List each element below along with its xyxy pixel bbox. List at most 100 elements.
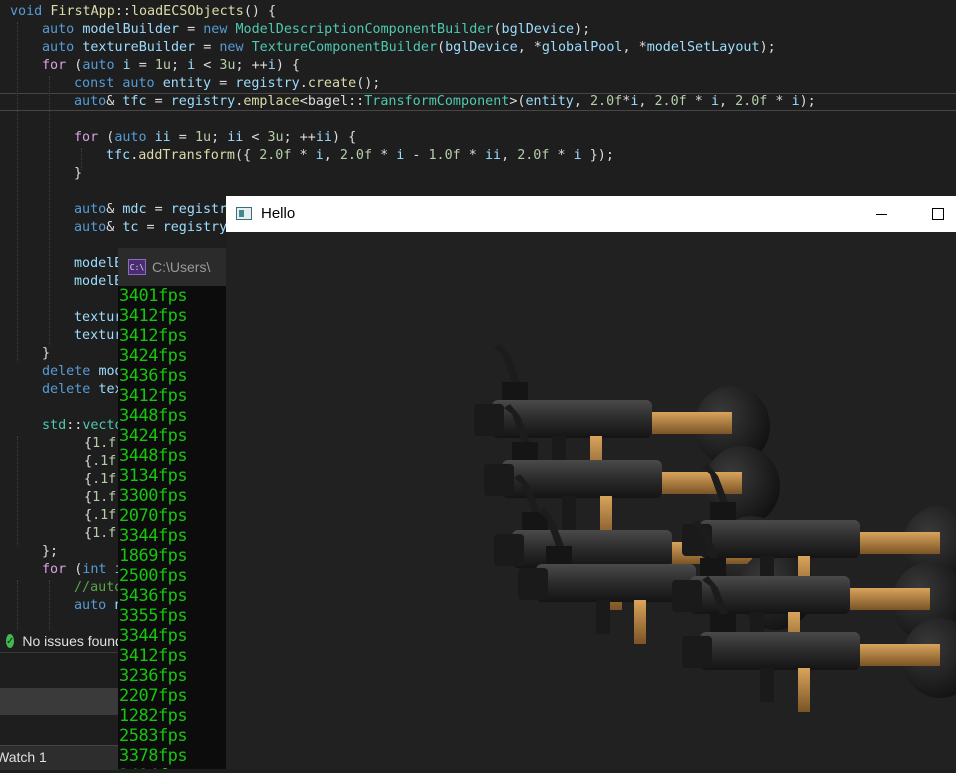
code-token: & (106, 220, 123, 235)
code-token: registry (162, 220, 228, 235)
code-line: auto& tc = registry (74, 219, 227, 237)
code-token: registr (170, 202, 228, 217)
code-token: * (549, 148, 574, 163)
code-line: std::vecto (42, 417, 123, 435)
console-window[interactable]: C:\ C:\Users\ 3401fps 3412fps 3412fps 3424f… (118, 248, 226, 769)
code-token: (); (356, 76, 381, 91)
code-token: textur (74, 328, 123, 343)
code-token: 1.f (92, 526, 117, 541)
code-token: const auto (74, 76, 163, 91)
code-token: :: (66, 418, 83, 433)
code-token: FirstApp (50, 4, 115, 19)
console-fps-line: 3300fps (119, 486, 188, 506)
code-token: & (106, 202, 123, 217)
code-token: int (82, 562, 115, 577)
code-token: = (170, 130, 195, 145)
code-token: * (372, 148, 397, 163)
code-token: < (299, 94, 308, 109)
panel-toolbar (0, 652, 118, 689)
code-token: globalPool (541, 40, 623, 55)
code-token: modelB (74, 274, 123, 289)
code-token: for (74, 130, 107, 145)
console-fps-line: 2070fps (119, 506, 188, 526)
code-token: < (195, 58, 220, 73)
code-token: { (84, 472, 93, 487)
code-token: 2.0f (517, 148, 550, 163)
code-token: bglDevice (501, 22, 575, 37)
code-line: tfc.addTransform({ 2.0f * i, 2.0f * i - … (106, 147, 614, 165)
console-fps-line: 3424fps (119, 346, 188, 366)
code-line: auto textureBuilder = new TextureCompone… (42, 39, 776, 57)
code-token: 2.0f (590, 94, 623, 109)
code-token: mdc (122, 202, 147, 217)
indent-guide (49, 76, 50, 346)
code-token: { (84, 454, 93, 469)
code-token: & (106, 94, 123, 109)
code-token: vecto (82, 418, 123, 433)
code-token: new (219, 40, 252, 55)
code-token: - (404, 148, 429, 163)
indent-guide (49, 580, 50, 630)
code-token: ; ++ (283, 130, 316, 145)
code-token: i (791, 94, 800, 109)
minimize-button[interactable] (858, 196, 904, 232)
issues-status-text: No issues found (22, 633, 123, 649)
code-token: >( (509, 94, 526, 109)
console-fps-line: 2583fps (119, 726, 188, 746)
code-token: tc (122, 220, 139, 235)
console-fps-line: 2207fps (119, 686, 188, 706)
console-fps-line: 3378fps (119, 746, 188, 766)
code-line: auto& mdc = registr (74, 201, 227, 219)
code-token: modelB (74, 256, 123, 271)
code-token: = (138, 220, 163, 235)
code-token: registry (235, 76, 300, 91)
code-token: 1.0f (428, 148, 461, 163)
hello-title-bar[interactable]: Hello (226, 196, 956, 232)
code-token: ModelDescriptionComponentBuilder (235, 22, 494, 37)
console-fps-line: 3412fps (119, 386, 188, 406)
code-token: } (42, 346, 51, 361)
hello-window[interactable]: Hello (226, 196, 956, 769)
code-line: textur (74, 327, 122, 345)
code-token: modelSetLayout (646, 40, 760, 55)
code-token: { (84, 490, 93, 505)
code-line: {.1f (84, 507, 116, 525)
code-token: = (146, 94, 171, 109)
code-token: auto (42, 40, 83, 55)
watch-header-row (0, 688, 118, 715)
indent-guide (17, 436, 18, 546)
code-token: for (42, 58, 75, 73)
code-token: . (299, 76, 308, 91)
code-token: TransformComponent (364, 94, 510, 109)
code-token: i (710, 94, 719, 109)
code-token: i (122, 58, 131, 73)
code-line: auto n (74, 597, 122, 615)
console-title-bar[interactable]: C:\ C:\Users\ (118, 248, 226, 286)
maximize-button[interactable] (915, 196, 956, 232)
code-token: ); (799, 94, 816, 109)
tab-watch-1[interactable]: Watch 1 (0, 745, 118, 770)
code-token: bagel (307, 94, 349, 109)
code-token: }; (42, 544, 59, 559)
code-token: ); (574, 22, 591, 37)
code-token: 1u (194, 130, 212, 145)
code-token: i (267, 58, 276, 73)
render-viewport[interactable] (226, 232, 956, 769)
code-token: addTransform (138, 148, 235, 163)
code-token: emplace (243, 94, 300, 109)
code-token: { (84, 526, 93, 541)
code-line: auto modelBuilder = new ModelDescription… (42, 21, 590, 39)
indent-guide (17, 580, 18, 630)
code-token: , (323, 148, 340, 163)
code-token: entity (162, 76, 212, 91)
issues-status[interactable]: ✓ No issues found (0, 630, 123, 652)
code-line: auto& tfc = registry.emplace<bagel::Tran… (74, 93, 816, 111)
console-fps-line: 1282fps (119, 706, 188, 726)
code-token: = (130, 58, 155, 73)
code-token: { (84, 436, 93, 451)
console-fps-line: 3412fps (119, 646, 188, 666)
code-token: delete (42, 382, 99, 397)
code-token: 1u (154, 58, 171, 73)
code-token: //auto (74, 580, 123, 595)
console-fps-line: 3236fps (119, 666, 188, 686)
